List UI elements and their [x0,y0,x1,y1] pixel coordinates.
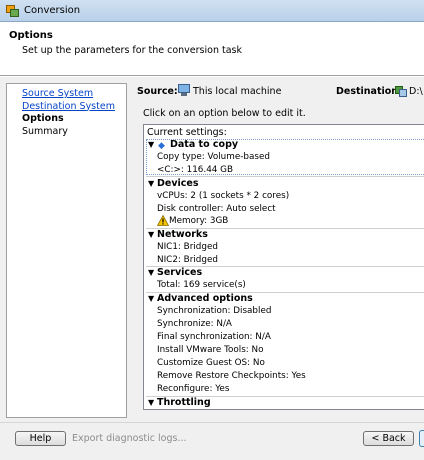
title-bar: Conversion [0,0,424,22]
help-button[interactable]: Help [15,431,66,446]
setting-item[interactable]: Remove Restore Checkpoints: Yes [157,371,306,381]
destination-label: Destination: [336,86,402,97]
nav-item-summary: Summary [22,125,68,137]
warning-icon [157,215,169,226]
setting-item[interactable]: Final synchronization: N/A [157,332,271,342]
setting-item[interactable]: vCPUs: 2 (1 sockets * 2 cores) [157,191,289,201]
computer-icon [177,84,191,97]
collapse-toggle-icon[interactable]: ▼ [148,178,156,191]
page-title: Options [9,30,53,41]
section-title: Throttling [157,397,211,408]
section-advanced-options[interactable]: ▼ Advanced options [144,293,424,306]
section-networks[interactable]: ▼ Networks [144,229,424,242]
window-title: Conversion [24,5,81,16]
setting-item[interactable]: Memory: 3GB [169,216,228,226]
destination-value: D:\ [409,86,423,97]
setting-item[interactable]: Total: 169 service(s) [157,280,246,290]
back-button[interactable]: < Back [363,431,414,446]
section-throttling[interactable]: ▼ Throttling [144,397,424,409]
page-subtitle: Set up the parameters for the conversion… [22,45,242,56]
section-title: Devices [157,178,199,189]
section-devices[interactable]: ▼ Devices [144,178,424,191]
section-title: Advanced options [157,293,253,304]
export-diagnostic-logs-link: Export diagnostic logs... [72,433,187,444]
nav-item-source-system[interactable]: Source System [22,88,126,101]
collapse-toggle-icon[interactable]: ▼ [148,139,156,152]
section-services[interactable]: ▼ Services [144,267,424,280]
next-button[interactable] [419,430,424,447]
main-content: Source System Destination System Options… [0,77,424,422]
setting-item[interactable]: Reconfigure: Yes [157,384,229,394]
setting-item[interactable]: Copy type: Volume-based [157,152,270,162]
source-value: This local machine [193,86,282,97]
settings-header: Current settings: [147,127,227,138]
setting-item[interactable]: <C:>: 116.44 GB [157,165,233,175]
wizard-steps-nav: Source System Destination System Options… [6,83,127,418]
section-title: Networks [157,229,208,240]
current-settings-panel: Current settings: ▼ ◆ Data to copy Copy … [143,124,424,410]
section-data-to-copy[interactable]: ▼ ◆ Data to copy [144,139,424,152]
source-label: Source: [137,86,178,97]
diamond-icon: ◆ [158,141,165,151]
collapse-toggle-icon[interactable]: ▼ [148,229,156,242]
collapse-toggle-icon[interactable]: ▼ [148,397,156,409]
virtual-machine-icon [395,84,408,97]
wizard-footer: Help Export diagnostic logs... < Back [0,422,424,460]
setting-item[interactable]: Customize Guest OS: No [157,358,265,368]
setting-item[interactable]: NIC2: Bridged [157,255,218,265]
collapse-toggle-icon[interactable]: ▼ [148,267,156,280]
nav-item-destination-system[interactable]: Destination System [22,101,126,114]
section-title: Data to copy [170,139,239,150]
setting-item[interactable]: Disk controller: Auto select [157,204,276,214]
instruction-text: Click on an option below to edit it. [143,108,306,119]
setting-item[interactable]: Synchronize: N/A [157,319,232,329]
collapse-toggle-icon[interactable]: ▼ [148,293,156,306]
page-header: Options Set up the parameters for the co… [0,22,424,76]
nav-item-options: Options [22,113,64,124]
setting-item[interactable]: Install VMware Tools: No [157,345,264,355]
app-icon [6,5,19,17]
setting-item[interactable]: NIC1: Bridged [157,242,218,252]
setting-item[interactable]: Synchronization: Disabled [157,306,271,316]
section-title: Services [157,267,203,278]
